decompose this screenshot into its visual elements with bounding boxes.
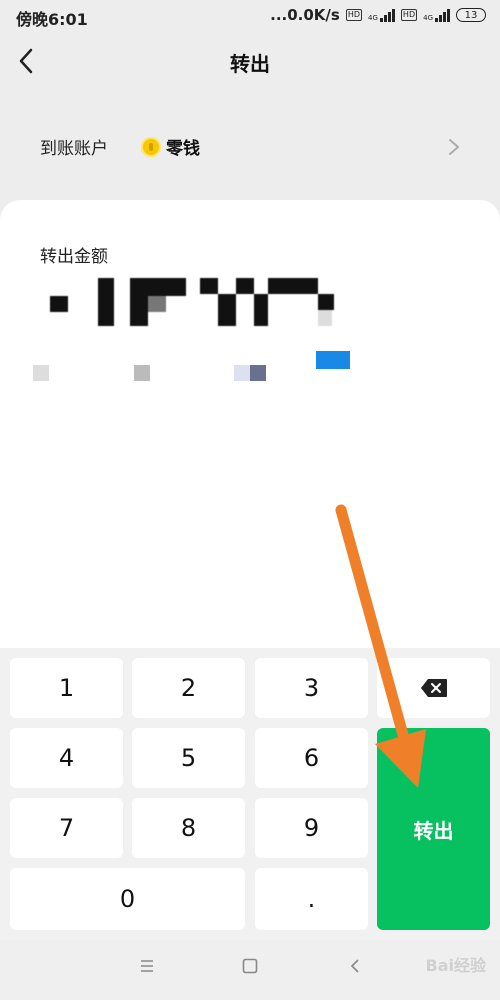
hint-link[interactable] xyxy=(316,351,350,369)
amount-hint xyxy=(30,351,470,387)
top-navigation: 转出 xyxy=(0,34,500,90)
key-9[interactable]: 9 xyxy=(255,798,368,858)
hd-badge-2: HD xyxy=(400,9,418,21)
backspace-icon xyxy=(420,679,447,697)
key-3[interactable]: 3 xyxy=(255,658,368,718)
account-value: 零钱 xyxy=(166,139,200,159)
home-square-icon[interactable] xyxy=(242,958,258,978)
amount-card: 转出金额 xyxy=(0,200,500,650)
watermark-text: Bai经验 xyxy=(425,956,486,975)
status-time: 傍晚6:01 xyxy=(16,10,88,29)
coin-icon xyxy=(141,137,161,157)
chevron-right-icon[interactable] xyxy=(448,138,460,160)
confirm-transfer-button[interactable]: 转出 xyxy=(377,728,490,930)
amount-label: 转出金额 xyxy=(40,247,108,267)
amount-value-pixelated[interactable] xyxy=(40,278,370,340)
key-5[interactable]: 5 xyxy=(132,728,245,788)
system-navigation-bar: Bai经验 xyxy=(0,940,500,1000)
pixelated-amount-graphic xyxy=(50,278,334,326)
network-speed: ...0.0K/s xyxy=(270,6,340,24)
battery-icon: 13 xyxy=(456,8,486,22)
key-8[interactable]: 8 xyxy=(132,798,245,858)
signal-icon: 4G xyxy=(368,8,395,22)
status-bar: 傍晚6:01 ...0.0K/s HD 4G HD 4G 13 xyxy=(0,0,500,34)
key-6[interactable]: 6 xyxy=(255,728,368,788)
nav-back-icon[interactable] xyxy=(348,958,362,978)
numeric-keypad: 1 2 3 4 5 6 7 8 9 0 . 转出 xyxy=(0,648,500,940)
hd-badge: HD xyxy=(345,9,363,21)
status-icons: ...0.0K/s HD 4G HD 4G 13 xyxy=(270,6,486,24)
key-4[interactable]: 4 xyxy=(10,728,123,788)
account-row[interactable]: 到账账户 零钱 xyxy=(0,112,500,180)
key-1[interactable]: 1 xyxy=(10,658,123,718)
signal-icon-2: 4G xyxy=(423,8,450,22)
account-label: 到账账户 xyxy=(40,139,108,159)
key-0[interactable]: 0 xyxy=(10,868,245,930)
delete-key[interactable] xyxy=(377,658,490,718)
page-title: 转出 xyxy=(230,52,270,76)
key-2[interactable]: 2 xyxy=(132,658,245,718)
key-dot[interactable]: . xyxy=(255,868,368,930)
key-7[interactable]: 7 xyxy=(10,798,123,858)
menu-icon[interactable] xyxy=(139,958,155,978)
pixelated-hint-graphic xyxy=(33,353,460,381)
